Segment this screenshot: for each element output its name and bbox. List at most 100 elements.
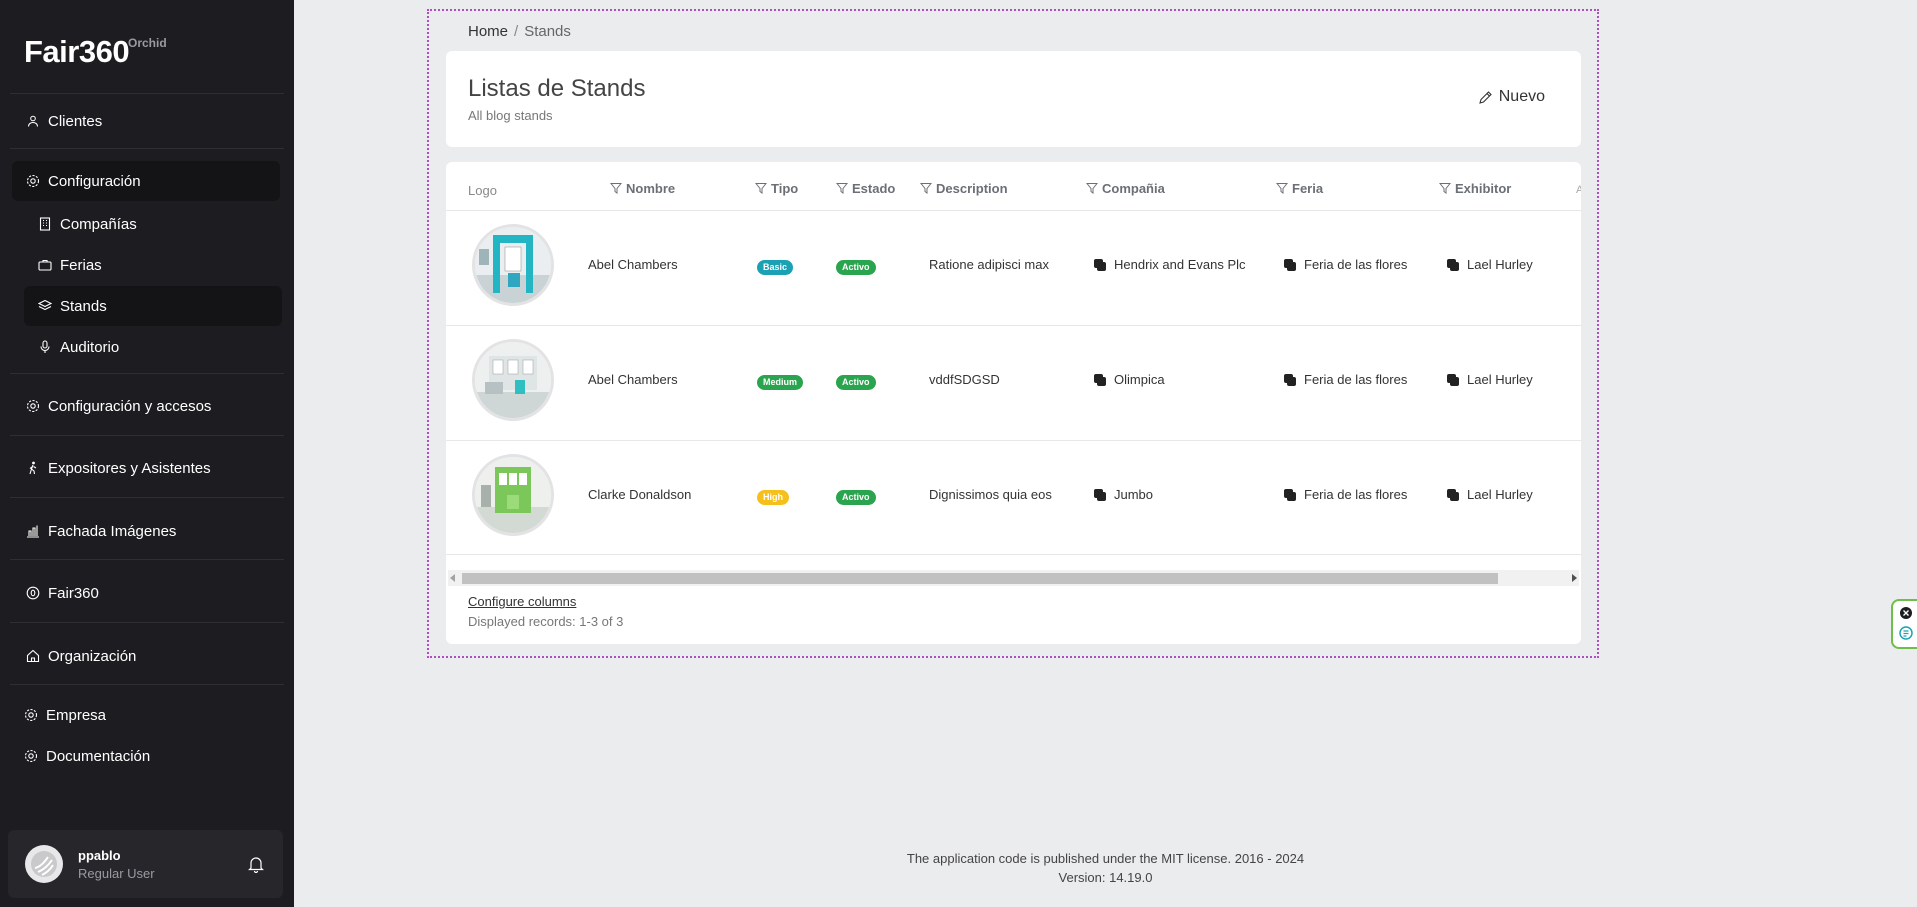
filter-icon[interactable] — [836, 182, 848, 194]
filter-icon[interactable] — [755, 182, 767, 194]
column-header-estado[interactable]: Estado — [836, 178, 895, 198]
new-button[interactable]: Nuevo — [1478, 88, 1545, 106]
gear-icon — [26, 399, 40, 413]
sidebar-item-config-accesos[interactable]: Configuración y accesos — [12, 386, 280, 426]
sidebar-item-companias[interactable]: Compañías — [24, 204, 282, 244]
status-badge: Activo — [836, 260, 876, 275]
gear-icon — [24, 708, 38, 722]
sidebar-item-label: Fachada Imágenes — [48, 522, 177, 540]
displayed-records: Displayed records: 1-3 of 3 — [468, 614, 624, 629]
breadcrumb-separator: / — [514, 23, 519, 40]
copy-icon — [1284, 258, 1296, 271]
cell-feria-label: Feria de las flores — [1304, 257, 1408, 272]
cell-exhibitor[interactable]: Lael Hurley — [1447, 372, 1533, 387]
stand-logo-image — [472, 224, 554, 306]
divider — [10, 559, 284, 560]
cell-feria[interactable]: Feria de las flores — [1284, 372, 1407, 387]
avatar — [25, 845, 63, 883]
bar-chart-icon — [26, 524, 40, 538]
filter-icon[interactable] — [1439, 182, 1451, 194]
column-header-exhibitor[interactable]: Exhibitor — [1439, 178, 1511, 198]
filter-icon[interactable] — [1276, 182, 1288, 194]
cell-description: Ratione adipisci max — [929, 257, 1049, 272]
user-role: Regular User — [78, 866, 155, 881]
column-header-label: Exhibitor — [1455, 180, 1512, 196]
cell-compania[interactable]: Jumbo — [1094, 487, 1153, 502]
copy-icon — [1284, 373, 1296, 386]
status-badge: Activo — [836, 375, 876, 390]
stand-logo-image — [472, 454, 554, 536]
circle-zero-icon — [26, 586, 40, 600]
breadcrumb: Home / Stands — [468, 23, 571, 40]
page-header: Listas de Stands All blog stands Nuevo — [446, 51, 1581, 147]
cell-exhibitor[interactable]: Lael Hurley — [1447, 257, 1533, 272]
scroll-left-arrow-icon[interactable] — [450, 574, 455, 582]
scroll-right-arrow-icon[interactable] — [1572, 574, 1577, 582]
divider — [10, 373, 284, 374]
user-icon — [26, 114, 40, 128]
sidebar-item-clientes[interactable]: Clientes — [12, 101, 280, 141]
table-header-divider — [446, 210, 1581, 211]
breadcrumb-home[interactable]: Home — [468, 23, 508, 40]
brand-subtitle: Orchid — [128, 36, 167, 50]
divider — [10, 93, 284, 94]
sidebar-item-stands[interactable]: Stands — [24, 286, 282, 326]
scrollbar-thumb[interactable] — [462, 573, 1498, 584]
sidebar-item-expositores[interactable]: Expositores y Asistentes — [12, 448, 280, 488]
sidebar-item-empresa[interactable]: Empresa — [10, 695, 278, 735]
divider — [10, 684, 284, 685]
cell-nombre: Abel Chambers — [588, 257, 678, 272]
row-divider — [446, 440, 1581, 441]
sidebar-item-label: Empresa — [46, 706, 107, 724]
sidebar-item-fair360[interactable]: Fair360 — [12, 573, 280, 613]
filter-icon[interactable] — [1086, 182, 1098, 194]
sidebar-item-label: Ferias — [60, 256, 102, 274]
column-header-compania[interactable]: Compañia — [1086, 178, 1165, 198]
column-header-nombre[interactable]: Nombre — [610, 178, 675, 198]
sidebar-item-label: Configuración — [48, 172, 141, 190]
copy-icon — [1094, 258, 1106, 271]
footer-version: Version: 14.19.0 — [1058, 870, 1153, 885]
cell-exhibitor-label: Lael Hurley — [1467, 257, 1533, 272]
cell-compania[interactable]: Hendrix and Evans Plc — [1094, 257, 1246, 272]
gear-icon — [24, 749, 38, 763]
status-badge: Activo — [836, 490, 876, 505]
sidebar-item-label: Auditorio — [60, 338, 120, 356]
filter-icon[interactable] — [920, 182, 932, 194]
sidebar-item-fachada[interactable]: Fachada Imágenes — [12, 511, 280, 551]
sidebar-item-configuracion[interactable]: Configuración — [12, 161, 280, 201]
cell-exhibitor[interactable]: Lael Hurley — [1447, 487, 1533, 502]
column-header-feria[interactable]: Feria — [1276, 178, 1323, 198]
sidebar-item-documentacion[interactable]: Documentación — [10, 736, 278, 776]
sidebar-item-label: Compañías — [60, 215, 137, 233]
gear-icon — [26, 174, 40, 188]
configure-columns-link[interactable]: Configure columns — [468, 594, 576, 609]
filter-icon[interactable] — [610, 182, 622, 194]
column-header-logo: Logo — [468, 182, 497, 198]
floating-widget[interactable] — [1891, 599, 1917, 649]
brand-logo[interactable]: Fair360 — [24, 34, 130, 70]
column-header-description[interactable]: Description — [920, 178, 1008, 198]
column-header-label: Feria — [1292, 180, 1324, 196]
stands-table: Logo Nombre Tipo Estado Description Comp… — [446, 162, 1581, 644]
row-divider — [446, 554, 1581, 555]
cell-exhibitor-label: Lael Hurley — [1467, 372, 1533, 387]
cell-compania[interactable]: Olimpica — [1094, 372, 1165, 387]
sidebar-item-label: Fair360 — [48, 584, 99, 602]
horizontal-scrollbar[interactable] — [448, 570, 1579, 586]
sidebar-item-auditorio[interactable]: Auditorio — [24, 327, 282, 367]
cell-compania-label: Hendrix and Evans Plc — [1114, 257, 1246, 272]
bell-icon[interactable] — [248, 855, 264, 874]
cell-feria[interactable]: Feria de las flores — [1284, 487, 1407, 502]
cell-nombre: Abel Chambers — [588, 372, 678, 387]
breadcrumb-current: Stands — [524, 23, 571, 40]
sidebar-item-ferias[interactable]: Ferias — [24, 245, 282, 285]
user-profile-card[interactable]: ppablo Regular User — [8, 830, 283, 898]
cell-compania-label: Jumbo — [1114, 487, 1154, 502]
column-header-tipo[interactable]: Tipo — [755, 178, 798, 198]
sidebar-item-organizacion[interactable]: Organización — [12, 636, 280, 676]
layers-icon — [38, 299, 52, 313]
sidebar-item-label: Expositores y Asistentes — [48, 459, 211, 477]
page-title: Listas de Stands — [468, 75, 646, 102]
cell-feria[interactable]: Feria de las flores — [1284, 257, 1407, 272]
